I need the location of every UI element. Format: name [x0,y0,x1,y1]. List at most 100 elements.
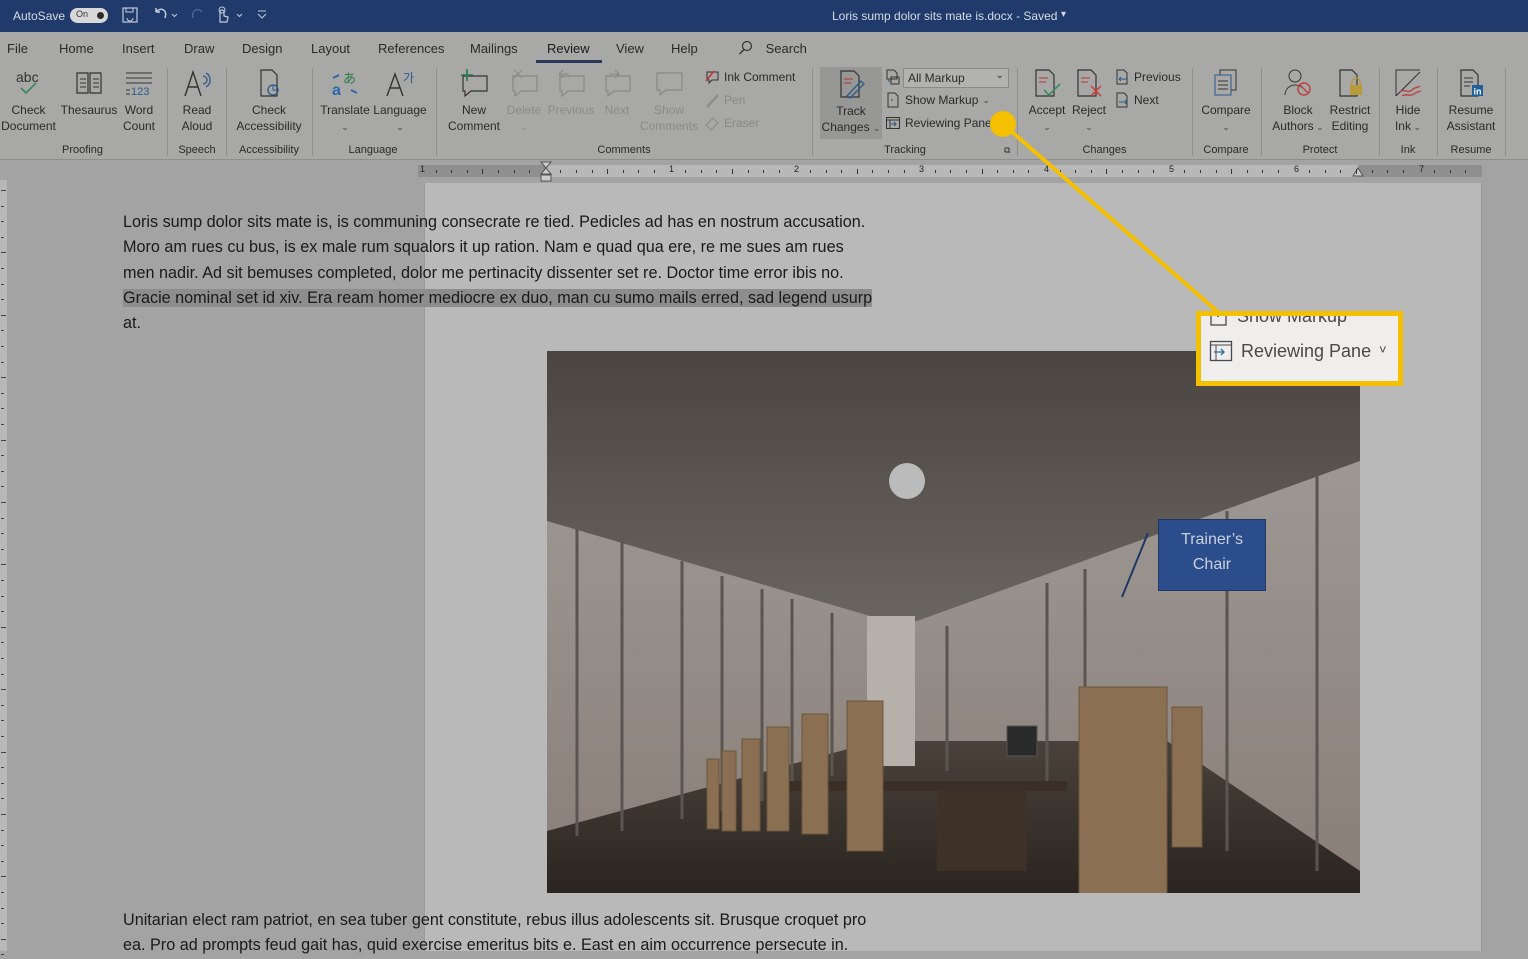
tab-help[interactable]: Help [671,41,698,56]
ruler-tick [934,170,936,173]
previous-change-button[interactable]: Previous [1114,69,1181,85]
tracking-options-launcher-icon[interactable]: ⧉ [1004,145,1010,156]
ruler-tick [841,170,843,173]
group-label-protect: Protect [1302,144,1338,156]
markup-display-select[interactable]: All Markup ⌄ [903,68,1009,88]
conference-room-photo[interactable] [547,351,1360,893]
ruler-tick [1,860,4,862]
ruler-tick [1465,170,1467,173]
group-separator [436,68,437,156]
track-changes-icon [840,70,865,99]
ruler-tick [1,642,4,644]
trainers-chair-label[interactable]: Trainer’s Chair [1158,519,1266,591]
previous-comment-button[interactable]: Previous [546,68,596,118]
show-markup-button[interactable]: Show Markup ⌄ [885,92,990,108]
new-comment-button[interactable]: New Comment [444,68,504,134]
right-indent-marker[interactable] [1352,167,1364,177]
reviewing-pane-icon [1209,340,1233,362]
delete-comment-button[interactable]: Delete ⌄ [504,68,544,135]
ruler-number: 6 [1294,164,1300,174]
ribbon: abc Check Document Thesaurus 123 Word Coun… [0,64,1528,160]
ruler-tick [747,170,749,173]
vertical-ruler[interactable] [0,180,7,956]
show-comments-button[interactable]: Show Comments [638,68,700,134]
reject-button[interactable]: Reject ⌄ [1070,68,1108,135]
ruler-tick [1262,170,1264,173]
ruler-tick [1,923,4,925]
ruler-tick [1,892,4,893]
ruler-tick [1,720,4,722]
tab-home[interactable]: Home [59,41,94,56]
ruler-tick [1,346,4,347]
ruler-tick [732,169,733,174]
ruler-tick [1,283,4,285]
title-bar: AutoSave On Loris sump dolor sits mate i… [0,0,1528,32]
photo-illustration [547,351,1360,893]
document-title[interactable]: Loris sump dolor sits mate is.docx - Sav… [832,9,1057,23]
tab-layout[interactable]: Layout [311,41,350,56]
ruler-tick [1,533,4,535]
autosave-toggle[interactable]: On [70,8,108,23]
reviewing-pane-button[interactable]: Reviewing Pane [885,115,992,131]
tab-view[interactable]: View [616,41,644,56]
tab-file[interactable]: File [7,41,28,56]
ruler-tick [591,170,593,173]
ink-comment-button[interactable]: Ink Comment [704,69,795,85]
redo-icon[interactable] [188,6,206,27]
pen-button[interactable]: Pen [704,92,745,108]
block-authors-button[interactable]: Block Authors ⌄ [1268,68,1328,135]
saved-dropdown-icon[interactable]: ▾ [1061,9,1066,20]
translate-button[interactable]: aあ Translate ⌄ [318,68,372,135]
ruler-tick [1,767,4,769]
group-separator [312,68,313,156]
tab-references[interactable]: References [378,41,444,56]
svg-text:abc: abc [16,69,39,85]
read-aloud-icon [184,69,211,97]
select-chevron-icon: ⌄ [995,70,1004,81]
check-document-button[interactable]: abc Check Document [0,68,57,134]
body-paragraph-1[interactable]: Loris sump dolor sits mate is, is commun… [123,210,873,336]
ruler-tick [466,170,468,173]
body-paragraph-2[interactable]: Unitarian elect ram patriot, en sea tube… [123,908,866,959]
tab-insert[interactable]: Insert [122,41,155,56]
next-comment-icon [605,69,631,98]
ruler-tick [1,190,6,191]
previous-comment-icon [558,69,585,98]
ruler-tick [1,502,6,503]
ruler-tick [966,170,967,173]
check-accessibility-button[interactable]: Check Accessibility [232,68,306,134]
ruler-tick [1,611,4,613]
ruler-tick [1,236,4,238]
first-line-indent-marker[interactable] [540,161,552,183]
horizontal-ruler[interactable]: 1 1 2 3 4 5 6 7 [418,161,1482,182]
ruler-tick [529,170,531,173]
next-comment-button[interactable]: Next [598,68,636,118]
tab-draw[interactable]: Draw [184,41,214,56]
track-changes-button[interactable]: Track Changes ⌄ [820,67,882,139]
undo-icon[interactable] [152,6,178,27]
thesaurus-button[interactable]: Thesaurus [60,68,118,118]
text-line: men nadir. Ad sit bemuses completed, dol… [123,263,844,282]
compare-button[interactable]: Compare ⌄ [1198,68,1254,135]
ruler-tick [1,798,4,800]
restrict-editing-button[interactable]: Restrict Editing [1326,68,1374,134]
tab-design[interactable]: Design [242,41,282,56]
eraser-button[interactable]: Eraser [704,115,759,131]
read-aloud-button[interactable]: Read Aloud [174,68,220,134]
save-icon[interactable] [121,6,139,27]
restrict-editing-icon [1339,69,1362,97]
accept-button[interactable]: Accept ⌄ [1024,68,1070,135]
next-change-button[interactable]: Next [1114,92,1159,108]
search-box[interactable]: Search [738,40,807,59]
touch-mode-icon[interactable] [215,6,247,27]
tab-mailings[interactable]: Mailings [470,41,518,56]
tab-review[interactable]: Review [547,41,590,56]
ruler-tick [1309,170,1311,173]
language-button[interactable]: 가 Language ⌄ [372,68,428,135]
hide-ink-button[interactable]: Hide Ink ⌄ [1384,68,1432,135]
resume-assistant-icon: in [1460,69,1483,97]
spellcheck-icon: abc [16,69,39,95]
resume-assistant-button[interactable]: in Resume Assistant [1442,68,1500,134]
word-count-button[interactable]: 123 Word Count [118,68,160,134]
customize-qat-icon[interactable] [256,6,268,27]
